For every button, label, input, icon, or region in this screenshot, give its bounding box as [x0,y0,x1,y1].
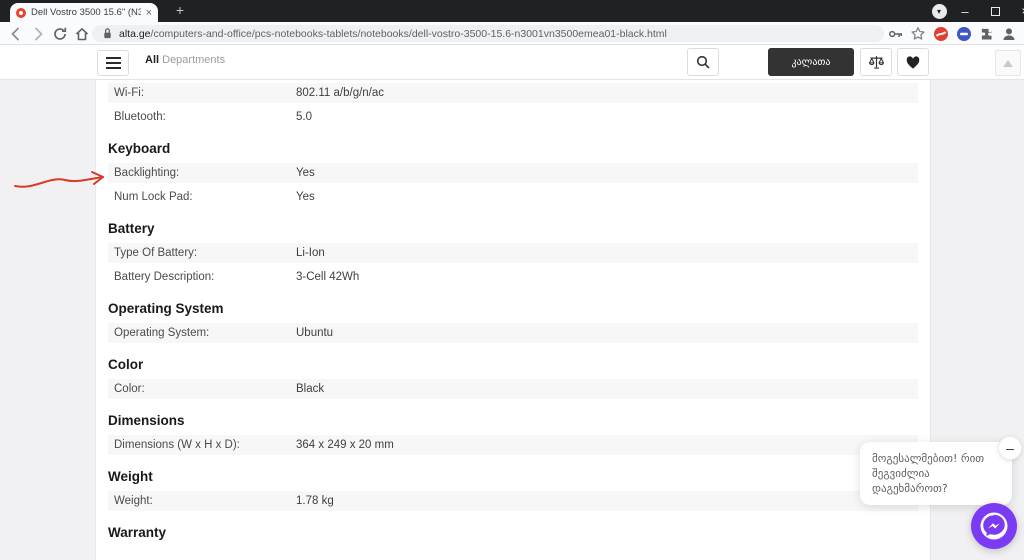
spec-label: Wi-Fi: [114,87,145,99]
spec-value: 3-Cell 42Wh [296,271,360,283]
spec-section-heading: Warranty [108,525,167,540]
spec-label: Battery Description: [114,271,215,283]
spec-row: Type Of Battery: Li-Ion [108,243,918,263]
spec-section-heading: Color [108,357,144,372]
scroll-top-button[interactable] [995,50,1021,76]
spec-rows: Backlighting: Yes Num Lock Pad: Yes [108,163,918,207]
spec-value: Yes [296,191,315,203]
window-minimize-button[interactable]: – [954,0,976,22]
departments-menu-button[interactable] [97,50,129,76]
site-header: All Departments კალათა [0,45,1024,80]
reload-icon[interactable] [52,26,68,42]
back-icon[interactable] [8,26,24,42]
spec-value: Yes [296,167,315,179]
spec-rows: Operating System: Ubuntu [108,323,918,343]
spec-section-heading: Weight [108,469,153,484]
page-body: Wi-Fi: 802.11 a/b/g/n/ac Bluetooth: 5.0 … [0,80,1024,560]
spec-value: Ubuntu [296,327,334,339]
browser-update-icon[interactable]: ▾ [930,0,948,22]
spec-label: Num Lock Pad: [114,191,193,203]
spec-list: Wi-Fi: 802.11 a/b/g/n/ac Bluetooth: 5.0 … [108,80,918,541]
spec-section-heading: Operating System [108,301,224,316]
spec-section: Battery Type Of Battery: Li-Ion Battery … [108,221,918,287]
search-button[interactable] [687,48,719,76]
url-domain: alta.ge [119,27,151,40]
spec-section: Keyboard Backlighting: Yes Num Lock Pad:… [108,141,918,207]
home-icon[interactable] [74,26,90,42]
lock-icon [104,28,111,39]
url-text: alta.ge/computers-and-office/pcs-noteboo… [119,28,667,40]
product-specs-panel: Wi-Fi: 802.11 a/b/g/n/ac Bluetooth: 5.0 … [95,80,931,560]
spec-value: 5.0 [296,111,312,123]
window-restore-button[interactable] [984,0,1006,22]
spec-section-heading: Keyboard [108,141,171,156]
spec-section-heading: Battery [108,221,155,236]
spec-row: Wi-Fi: 802.11 a/b/g/n/ac [108,83,918,103]
spec-rows: Dimensions (W x H x D): 364 x 249 x 20 m… [108,435,918,455]
search-icon [696,55,710,69]
spec-label: Color: [114,383,145,395]
spec-section-heading: Dimensions [108,413,185,428]
compare-button[interactable] [860,48,892,76]
spec-row: Operating System: Ubuntu [108,323,918,343]
spec-section: Color Color: Black [108,357,918,399]
tab-strip: Dell Vostro 3500 15.6" (N3001VN × + ▾ – … [0,0,1024,22]
spec-section: Wi-Fi: 802.11 a/b/g/n/ac Bluetooth: 5.0 [108,80,918,127]
spec-rows: Weight: 1.78 kg [108,491,918,511]
spec-section: Dimensions Dimensions (W x H x D): 364 x… [108,413,918,455]
spec-row: Battery Description: 3-Cell 42Wh [108,267,918,287]
spec-label: Type Of Battery: [114,247,198,259]
spec-value: 1.78 kg [296,495,334,507]
tab-close-icon[interactable]: × [146,7,152,19]
spec-label: Operating System: [114,327,210,339]
all-departments-label[interactable]: All Departments [145,54,225,66]
bookmark-star-icon[interactable] [910,26,926,42]
spec-row: Weight: 1.78 kg [108,491,918,511]
spec-value: 364 x 249 x 20 mm [296,439,394,451]
forward-icon[interactable] [30,26,46,42]
password-key-icon[interactable] [888,26,904,42]
spec-section: Operating System Operating System: Ubunt… [108,301,918,343]
spec-row: Bluetooth: 5.0 [108,107,918,127]
spec-rows: Type Of Battery: Li-Ion Battery Descript… [108,243,918,287]
extension-red-icon[interactable] [933,26,949,42]
address-bar[interactable]: alta.ge/computers-and-office/pcs-noteboo… [92,25,884,42]
extension-blue-icon[interactable] [956,26,972,42]
new-tab-button[interactable]: + [170,2,190,20]
spec-label: Bluetooth: [114,111,166,123]
browser-tab[interactable]: Dell Vostro 3500 15.6" (N3001VN × [10,3,158,22]
spec-value: Black [296,383,325,395]
cart-button[interactable]: კალათა [768,48,854,76]
chat-greeting-bubble[interactable]: მოგესალმებით! რით შეგვიძლია დაგეხმაროთ? [860,442,1012,505]
spec-section: Weight Weight: 1.78 kg [108,469,918,511]
spec-section: Warranty [108,525,918,541]
spec-rows: Wi-Fi: 802.11 a/b/g/n/ac Bluetooth: 5.0 [108,83,918,127]
spec-value: Li-Ion [296,247,325,259]
profile-avatar-icon[interactable] [1001,26,1017,42]
spec-label: Weight: [114,495,153,507]
spec-row: Dimensions (W x H x D): 364 x 249 x 20 m… [108,435,918,455]
spec-value: 802.11 a/b/g/n/ac [296,87,385,99]
spec-row: Num Lock Pad: Yes [108,187,918,207]
site-favicon [16,7,26,18]
tab-title: Dell Vostro 3500 15.6" (N3001VN [31,7,141,18]
spec-row: Color: Black [108,379,918,399]
compare-scales-icon [868,55,884,69]
spec-label: Dimensions (W x H x D): [114,439,240,451]
heart-icon [906,55,920,69]
arrow-up-icon [1003,59,1013,67]
chat-minimize-button[interactable]: – [998,436,1022,460]
window-close-button[interactable]: × [1014,0,1024,22]
messenger-chat-icon[interactable] [970,502,1018,550]
wishlist-button[interactable] [897,48,929,76]
spec-row: Backlighting: Yes [108,163,918,183]
spec-rows: Color: Black [108,379,918,399]
extensions-puzzle-icon[interactable] [979,26,995,42]
browser-window: Dell Vostro 3500 15.6" (N3001VN × + ▾ – … [0,0,1024,560]
url-path: /computers-and-office/pcs-notebooks-tabl… [150,27,667,40]
spec-label: Backlighting: [114,167,180,179]
